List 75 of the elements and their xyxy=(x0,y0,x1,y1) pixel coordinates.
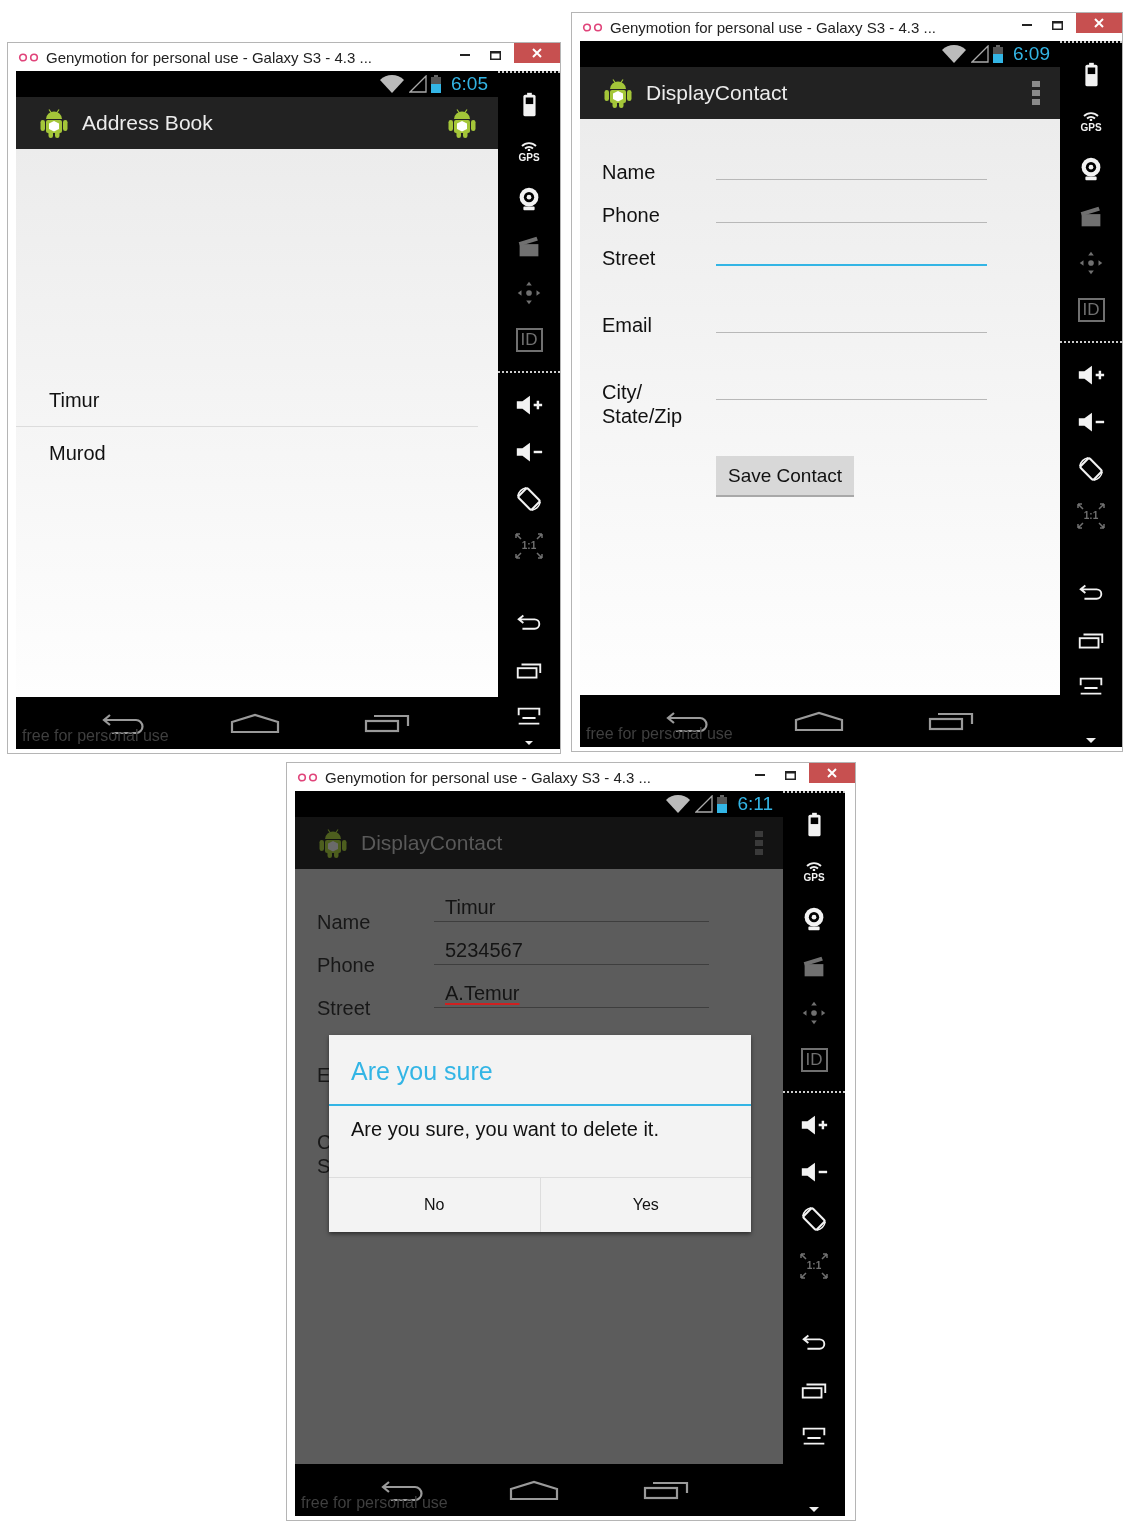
clock-time: 6:11 xyxy=(737,793,773,815)
android-robot-icon xyxy=(317,826,349,860)
close-button[interactable] xyxy=(1076,13,1122,33)
dialog-message: Are you sure, you want to delete it. xyxy=(350,1117,660,1142)
minimize-icon xyxy=(460,54,470,56)
close-icon xyxy=(827,768,837,778)
free-use-notice: free for personal use xyxy=(586,725,733,743)
battery-icon xyxy=(717,795,728,813)
close-icon xyxy=(1094,18,1104,28)
signal-waves-icon xyxy=(520,140,538,151)
close-button[interactable] xyxy=(809,763,855,783)
gps-button[interactable]: GPS xyxy=(803,860,825,883)
recent-apps-icon[interactable] xyxy=(928,711,974,731)
field-label: Phone xyxy=(602,203,660,227)
window-title: Genymotion for personal use - Galaxy S3 - 4.3 ... xyxy=(46,49,373,66)
text-field[interactable]: Timur xyxy=(434,896,709,922)
gps-button[interactable]: GPS xyxy=(1080,110,1102,133)
down-triangle-icon[interactable] xyxy=(1086,738,1096,743)
minimize-icon xyxy=(1022,24,1032,26)
overflow-menu-icon[interactable] xyxy=(1032,81,1040,105)
minimize-icon xyxy=(755,774,765,776)
home-icon[interactable] xyxy=(230,713,280,733)
down-triangle-icon[interactable] xyxy=(809,1507,819,1512)
android-robot-icon xyxy=(602,76,634,110)
close-button[interactable] xyxy=(514,43,560,63)
save-contact-button[interactable]: Save Contact xyxy=(716,456,855,497)
recent-apps-icon[interactable] xyxy=(643,1480,689,1500)
field-label: Street xyxy=(602,246,656,270)
down-triangle-icon[interactable] xyxy=(524,741,534,745)
signal-waves-icon xyxy=(805,860,823,871)
field-label: E xyxy=(317,1063,331,1087)
app-logo-icon xyxy=(297,773,319,782)
app-logo-icon xyxy=(18,53,40,62)
app-logo-icon xyxy=(582,23,604,32)
free-use-notice: free for personal use xyxy=(301,1494,448,1512)
contact-item[interactable]: Timur xyxy=(16,375,478,427)
free-use-notice: free for personal use xyxy=(22,727,169,745)
signal-waves-icon xyxy=(1082,110,1100,121)
text-field[interactable]: A.Temur xyxy=(434,982,709,1008)
gps-button[interactable]: GPS xyxy=(518,140,540,163)
battery-icon xyxy=(431,75,441,93)
field-label: Name xyxy=(317,910,371,934)
window-title: Genymotion for personal use - Galaxy S3 - 4.3 ... xyxy=(610,19,937,36)
maximize-icon xyxy=(784,770,796,780)
maximize-icon xyxy=(489,50,501,60)
wifi-icon xyxy=(379,75,405,93)
field-label: Phone xyxy=(317,953,375,977)
field-label: Email xyxy=(602,313,652,337)
dialog-button[interactable]: No xyxy=(329,1178,540,1232)
wifi-icon xyxy=(665,795,692,813)
signal-icon xyxy=(409,75,427,93)
home-icon[interactable] xyxy=(794,711,844,731)
dialog-button[interactable]: Yes xyxy=(539,1178,751,1232)
field-label: City/ State/Zip xyxy=(602,380,683,428)
home-icon[interactable] xyxy=(509,1480,559,1500)
field-label: Street xyxy=(317,996,371,1020)
clock-time: 6:09 xyxy=(1013,43,1050,65)
battery-icon xyxy=(993,45,1003,63)
text-field[interactable]: 5234567 xyxy=(434,939,709,965)
signal-icon xyxy=(971,45,989,63)
android-robot-icon xyxy=(38,106,70,140)
field-label: Name xyxy=(602,160,656,184)
contact-item[interactable]: Murod xyxy=(16,427,478,479)
android-robot-icon xyxy=(446,106,478,140)
dialog-title: Are you sure xyxy=(329,1035,751,1106)
recent-apps-icon[interactable] xyxy=(364,713,410,733)
maximize-icon xyxy=(1051,20,1063,30)
close-icon xyxy=(532,48,542,58)
app-title: DisplayContact xyxy=(646,81,789,105)
app-title: DisplayContact xyxy=(361,831,504,855)
wifi-icon xyxy=(941,45,967,63)
clock-time: 6:05 xyxy=(451,73,488,95)
app-title: Address Book xyxy=(82,111,214,135)
window-title: Genymotion for personal use - Galaxy S3 - 4.3 ... xyxy=(325,769,652,786)
signal-icon xyxy=(695,795,714,813)
